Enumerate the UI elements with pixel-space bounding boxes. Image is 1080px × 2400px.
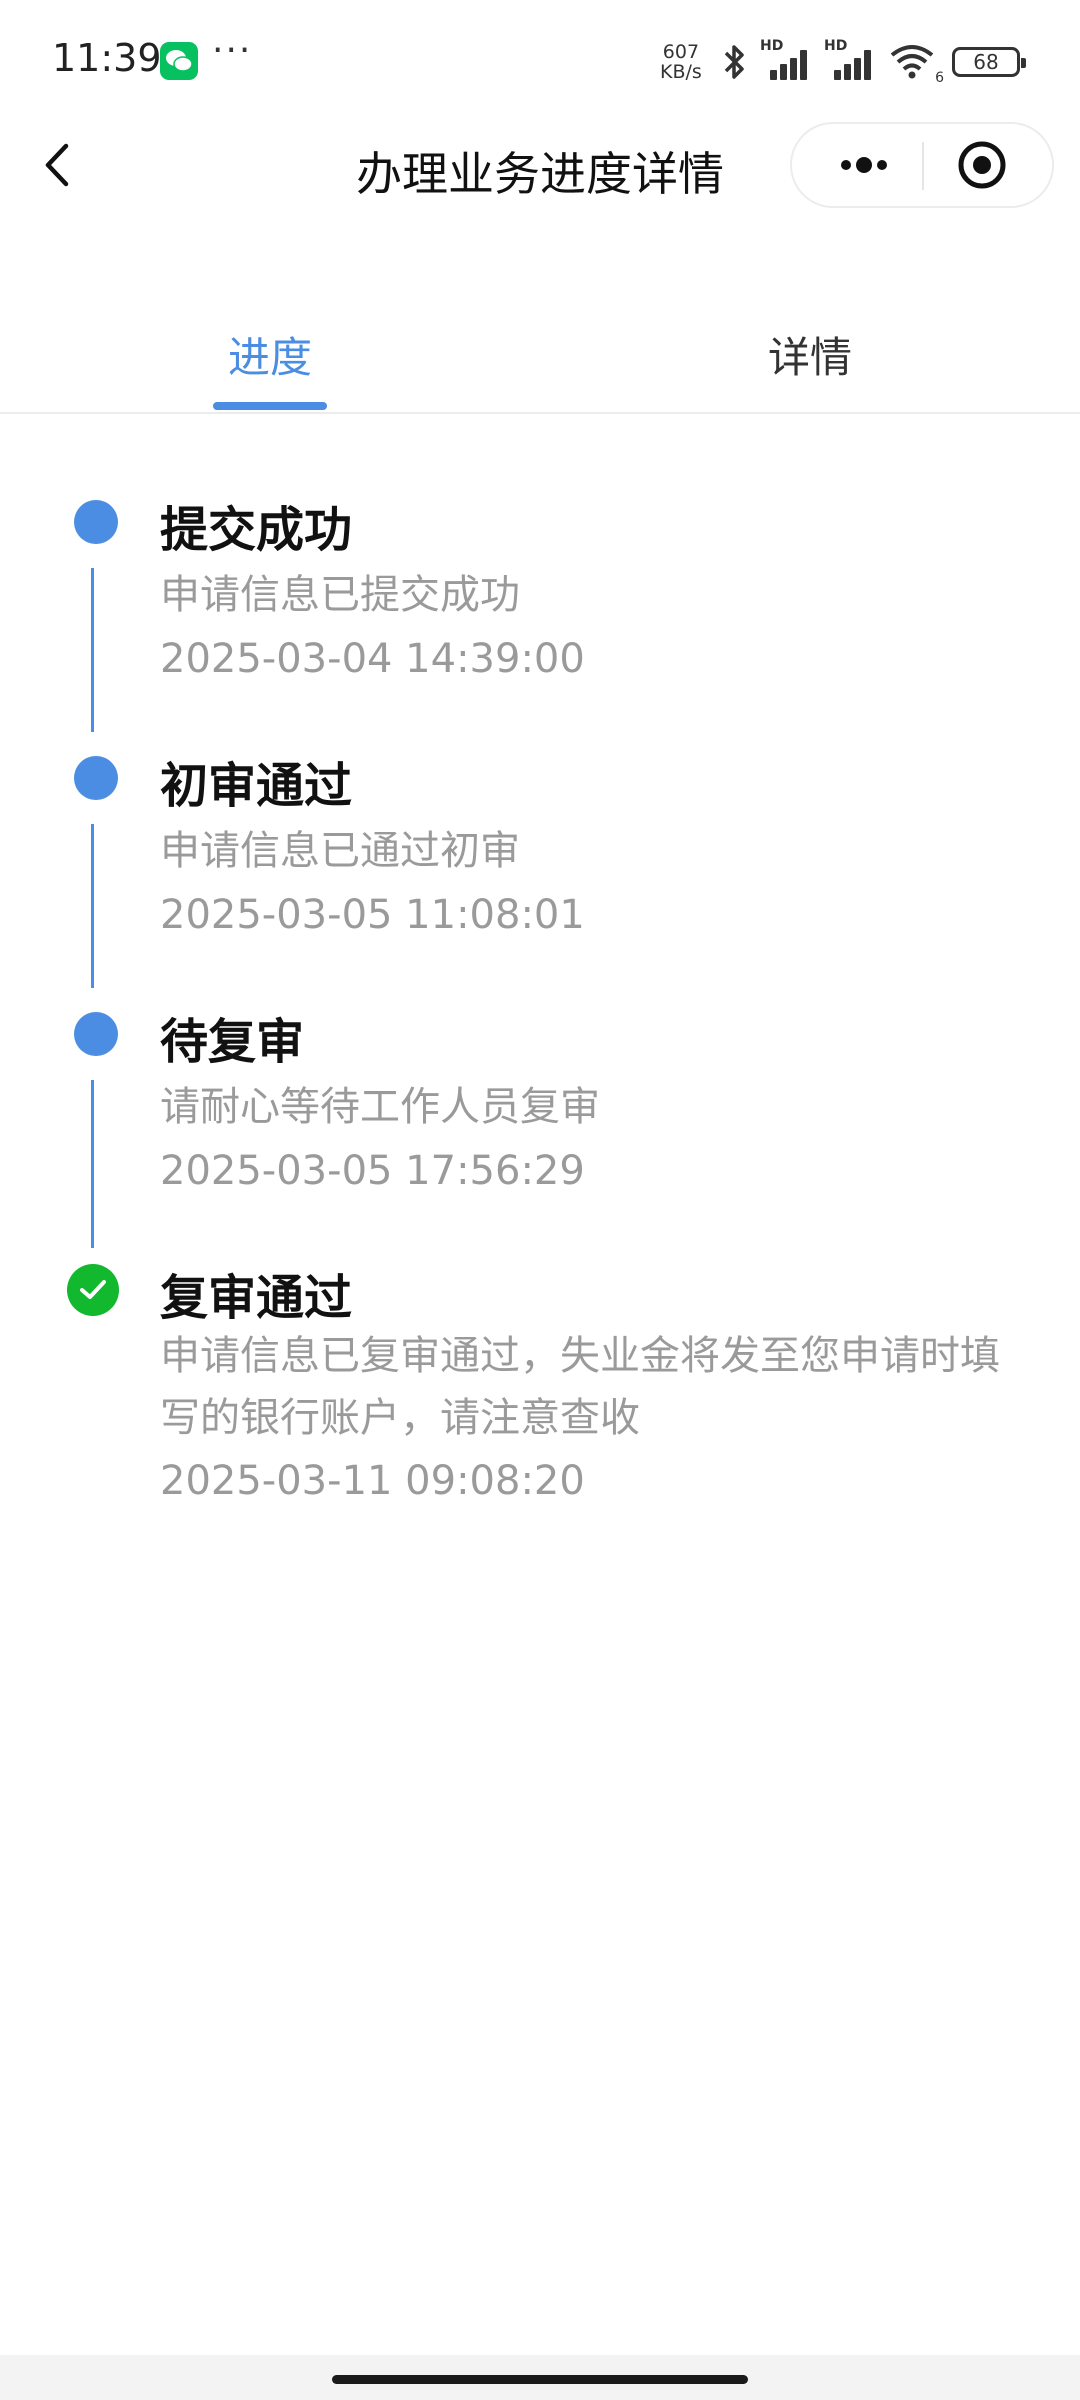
battery-level: 68 <box>973 50 999 74</box>
bluetooth-icon <box>724 45 744 79</box>
signal-icon-1: HD <box>760 38 812 82</box>
step-title: 提交成功 <box>160 502 353 558</box>
net-speed-unit: KB/s <box>660 61 702 83</box>
status-icons: HD HD 6 68 <box>720 38 1026 86</box>
target-circle-icon <box>958 141 1006 189</box>
status-more-icon: ··· <box>212 30 253 71</box>
tab-progress[interactable]: 进度 <box>0 324 540 385</box>
hd-label-1: HD <box>760 38 784 54</box>
step-time: 2025-03-11 09:08:20 <box>160 1458 585 1504</box>
dot-icon <box>74 1012 118 1056</box>
step-desc: 申请信息已通过初审 <box>160 828 520 874</box>
step-title: 待复审 <box>160 1014 305 1070</box>
tab-detail[interactable]: 详情 <box>540 324 1080 385</box>
dot-icon <box>74 500 118 544</box>
timeline-connector <box>91 1080 94 1248</box>
more-dots-icon <box>841 157 887 173</box>
check-circle-icon <box>67 1264 119 1316</box>
battery-icon: 68 <box>952 47 1026 77</box>
wifi-icon: 6 <box>888 42 944 86</box>
status-bar: 11:39 ··· 607 KB/s HD HD 6 68 <box>0 0 1080 120</box>
step-title: 复审通过 <box>160 1270 353 1326</box>
step-desc: 申请信息已提交成功 <box>160 572 520 618</box>
net-speed: 607 KB/s <box>660 42 702 82</box>
capsule-divider <box>922 142 924 190</box>
tab-bar: 进度 详情 <box>0 300 1080 414</box>
close-button[interactable] <box>932 124 1042 206</box>
wechat-icon <box>160 42 198 80</box>
step-desc: 申请信息已复审通过，失业金将发至您申请时填写的银行账户，请注意查收 <box>160 1333 1000 1441</box>
tab-active-indicator <box>213 402 327 410</box>
timeline-connector <box>91 568 94 732</box>
home-indicator[interactable] <box>332 2375 748 2384</box>
dot-icon <box>74 756 118 800</box>
mini-program-capsule <box>790 122 1054 208</box>
step-time: 2025-03-05 17:56:29 <box>160 1148 585 1194</box>
more-button[interactable] <box>812 124 912 206</box>
hd-label-2: HD <box>824 38 848 54</box>
timeline-connector <box>91 824 94 988</box>
wifi-sub-label: 6 <box>935 70 944 86</box>
step-time: 2025-03-05 11:08:01 <box>160 892 585 938</box>
step-time: 2025-03-04 14:39:00 <box>160 636 585 682</box>
net-speed-value: 607 <box>662 41 700 63</box>
signal-icon-2: HD <box>824 38 876 82</box>
status-time: 11:39 <box>52 36 162 80</box>
step-desc: 请耐心等待工作人员复审 <box>160 1084 600 1130</box>
step-title: 初审通过 <box>160 758 353 814</box>
